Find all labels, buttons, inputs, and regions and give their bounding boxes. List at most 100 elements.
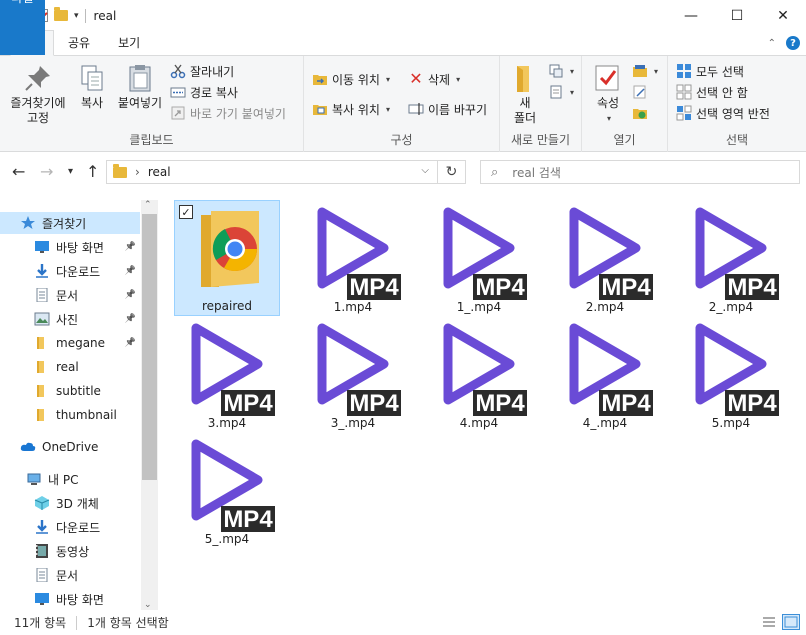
nav-scrollbar[interactable]: ⌃ ⌄ [141, 200, 158, 610]
open-button[interactable]: ▾ [632, 61, 658, 81]
close-button[interactable]: ✕ [760, 0, 806, 31]
address-bar[interactable]: › real ⌵ [106, 160, 438, 184]
copy-to-button[interactable]: 복사 위치 ▾ [312, 99, 390, 119]
sidebar-item-즐겨찾기[interactable]: 즐겨찾기 [0, 212, 140, 234]
select-all-button[interactable]: 모두 선택 [676, 61, 744, 81]
pc-icon [26, 472, 42, 486]
customize-quick-access-icon[interactable]: ▾ [74, 11, 79, 21]
status-bar: 11개 항목 1개 항목 선택함 [0, 610, 806, 635]
file-name: 1.mp4 [333, 300, 373, 314]
file-item[interactable]: MP4 1.mp4 [300, 200, 406, 316]
history-button[interactable] [632, 103, 648, 123]
edit-button[interactable] [632, 82, 648, 102]
sidebar-item-label: subtitle [56, 384, 101, 398]
clipboard-group: 즐겨찾기에 고정 복사 붙여넣기 잘라내기 경로 복사 바로 가기 붙여넣기 클… [0, 56, 304, 152]
sidebar-item-사진[interactable]: 사진 📌 [0, 308, 140, 330]
mp4-video-icon: MP4 [191, 323, 275, 416]
maximize-button[interactable]: ☐ [714, 0, 760, 31]
select-group-label: 선택 [725, 133, 749, 147]
scroll-thumb[interactable] [142, 214, 157, 480]
sidebar-item-label: 바탕 화면 [56, 240, 104, 255]
mp4-video-icon: MP4 [317, 323, 401, 416]
sidebar-item-label: 3D 개체 [56, 496, 99, 511]
copy-to-label: 복사 위치 [332, 102, 380, 117]
file-item[interactable]: MP4 3_.mp4 [300, 316, 406, 432]
cut-button[interactable]: 잘라내기 [170, 61, 234, 81]
file-item[interactable]: ✓ repaired [174, 200, 280, 316]
collapse-ribbon-icon[interactable]: ⌃ [768, 38, 776, 49]
copy-path-button[interactable]: 경로 복사 [170, 82, 238, 102]
sidebar-item-thumbnail[interactable]: thumbnail [0, 404, 140, 426]
sidebar-item-바탕-화면[interactable]: 바탕 화면 📌 [0, 236, 140, 258]
sidebar-item-megane[interactable]: megane 📌 [0, 332, 140, 354]
up-arrow-icon[interactable]: ↑ [86, 162, 99, 181]
address-dropdown-icon[interactable]: ⌵ [421, 165, 429, 176]
back-arrow-icon[interactable]: ← [12, 162, 25, 181]
sidebar-item-3D-개체[interactable]: 3D 개체 [0, 492, 140, 514]
file-name: 3_.mp4 [330, 416, 376, 430]
search-placeholder: real 검색 [512, 165, 561, 180]
new-item-button[interactable]: ▾ [548, 61, 574, 81]
tab-view[interactable]: 보기 [104, 30, 154, 55]
select-none-button[interactable]: 선택 안 함 [676, 82, 748, 102]
sidebar-item-바탕-화면[interactable]: 바탕 화면 [0, 588, 140, 610]
properties-button[interactable]: 속성 ▾ [590, 62, 626, 126]
file-item[interactable]: MP4 5.mp4 [678, 316, 784, 432]
copy-button[interactable]: 복사 [72, 62, 112, 111]
pin-quick-access-button[interactable]: 즐겨찾기에 고정 [6, 62, 70, 126]
download-icon [34, 520, 50, 534]
search-input[interactable]: ⌕ real 검색 [480, 160, 800, 184]
easy-access-button[interactable]: ▾ [548, 82, 574, 102]
rename-button[interactable]: 이름 바꾸기 [408, 99, 487, 119]
recent-locations-icon[interactable]: ▾ [68, 166, 73, 177]
sidebar-item-label: 즐겨찾기 [42, 216, 87, 231]
move-to-button[interactable]: 이동 위치 ▾ [312, 69, 390, 89]
forward-arrow-icon[interactable]: → [40, 162, 53, 181]
breadcrumb-real[interactable]: real [148, 165, 171, 179]
refresh-button[interactable]: ↻ [438, 160, 466, 184]
new-folder-icon [509, 62, 541, 94]
sidebar-item-다운로드[interactable]: 다운로드 📌 [0, 260, 140, 282]
help-icon[interactable]: ? [786, 36, 800, 50]
paste-button[interactable]: 붙여넣기 [112, 62, 168, 111]
file-item[interactable]: MP4 5_.mp4 [174, 432, 280, 548]
sidebar-item-동영상[interactable]: 동영상 [0, 540, 140, 562]
new-folder-icon[interactable] [54, 7, 68, 21]
file-item[interactable]: MP4 1_.mp4 [426, 200, 532, 316]
sidebar-item-subtitle[interactable]: subtitle [0, 380, 140, 402]
file-item[interactable]: MP4 4.mp4 [426, 316, 532, 432]
sidebar-item-OneDrive[interactable]: OneDrive [0, 436, 140, 458]
tab-share[interactable]: 공유 [54, 30, 104, 55]
sidebar-item-label: 다운로드 [56, 264, 101, 279]
file-item[interactable]: MP4 4_.mp4 [552, 316, 658, 432]
file-name: 5.mp4 [711, 416, 751, 430]
tab-file[interactable]: 파일 [0, 0, 45, 55]
scroll-down-icon[interactable]: ⌄ [144, 600, 152, 610]
large-icons-view-button[interactable] [782, 614, 800, 630]
sidebar-item-문서[interactable]: 문서 📌 [0, 284, 140, 306]
paste-shortcut-button[interactable]: 바로 가기 붙여넣기 [170, 103, 286, 123]
file-item[interactable]: MP4 2.mp4 [552, 200, 658, 316]
file-name: 4.mp4 [459, 416, 499, 430]
sidebar-item-real[interactable]: real [0, 356, 140, 378]
pin-icon: 📌 [124, 338, 136, 348]
sidebar-item-문서[interactable]: 문서 [0, 564, 140, 586]
scissors-icon [170, 63, 186, 79]
scroll-up-icon[interactable]: ⌃ [144, 200, 152, 210]
file-name: 2_.mp4 [708, 300, 754, 314]
file-name: 5_.mp4 [204, 532, 250, 546]
new-folder-button[interactable]: 새 폴더 [508, 62, 542, 126]
file-item[interactable]: MP4 2_.mp4 [678, 200, 784, 316]
rename-icon [408, 101, 424, 117]
delete-button[interactable]: ✕ 삭제 ▾ [408, 69, 460, 89]
sidebar-item-다운로드[interactable]: 다운로드 [0, 516, 140, 538]
details-view-button[interactable] [760, 614, 778, 630]
sidebar-item-label: 동영상 [56, 544, 90, 559]
sidebar-item-내-PC[interactable]: 내 PC [0, 468, 140, 490]
file-item[interactable]: MP4 3.mp4 [174, 316, 280, 432]
pin-icon: 📌 [124, 290, 136, 300]
new-group: 새 폴더 ▾ ▾ 새로 만들기 [500, 56, 582, 152]
minimize-button[interactable]: — [668, 0, 714, 31]
invert-selection-button[interactable]: 선택 영역 반전 [676, 103, 770, 123]
folder-icon [113, 163, 127, 178]
